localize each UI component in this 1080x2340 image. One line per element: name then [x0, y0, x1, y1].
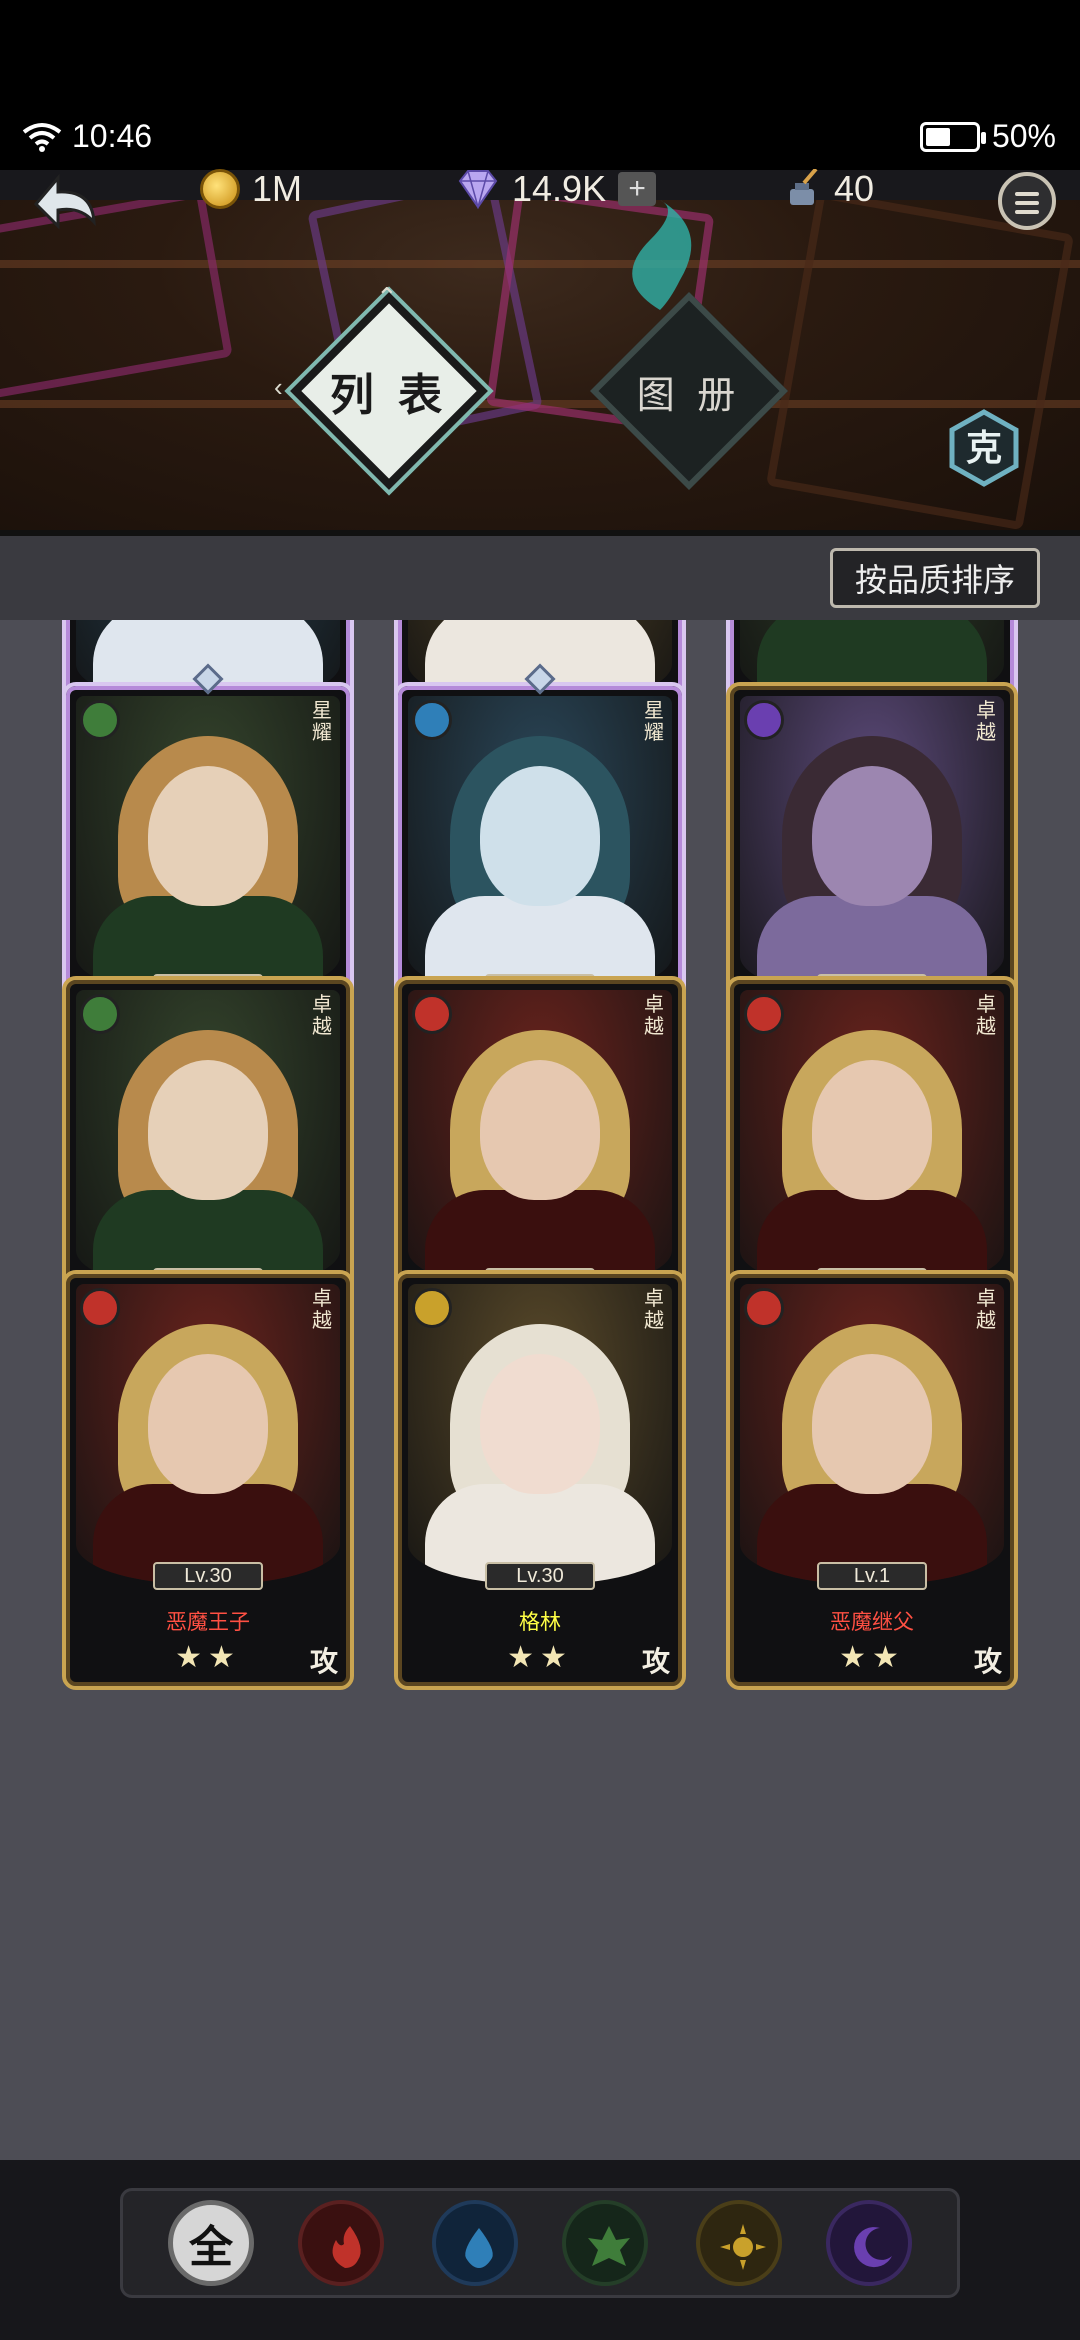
level-badge: Lv.30: [485, 1562, 595, 1590]
role-badge: 攻: [973, 1646, 1002, 1677]
character-portrait: [740, 696, 1004, 996]
level-badge: Lv.30: [153, 1562, 263, 1590]
character-name: 恶魔王子: [166, 1611, 250, 1634]
moon-element-icon: [744, 700, 784, 740]
clock: 10:46: [72, 118, 153, 154]
add-gems-button[interactable]: +: [618, 172, 657, 206]
filter-all-button[interactable]: 全: [168, 2200, 254, 2286]
counter-label: 克: [965, 427, 1002, 468]
level-badge: Lv.1: [817, 1562, 927, 1590]
moon-element-icon: [854, 2227, 892, 2268]
rank-badge: 卓越: [312, 1288, 332, 1332]
element-filter-bar: 全: [0, 2160, 1080, 2340]
character-portrait: [76, 1284, 340, 1584]
leaf-element-icon: [80, 700, 120, 740]
rank-badge: 卓越: [976, 700, 996, 744]
status-right: 50%: [919, 118, 1056, 155]
gold-resource: 1M: [200, 168, 302, 210]
character-card[interactable]: 卓越 Lv.1 恶魔继父 ★★ 攻: [726, 1270, 1018, 1690]
character-card[interactable]: 卓越 Lv.30 格林 ★★ 攻: [394, 1270, 686, 1690]
fire-element-icon: [332, 2226, 361, 2268]
light-element-icon: [412, 1288, 452, 1328]
counter-button[interactable]: 克: [944, 408, 1024, 488]
rank-badge: 卓越: [312, 994, 332, 1038]
filter-fire-button[interactable]: [298, 2200, 384, 2286]
diamond-icon: [458, 170, 498, 209]
rank-badge: 星耀: [312, 700, 332, 744]
rank-badge: 卓越: [644, 994, 664, 1038]
fire-element-icon: [744, 1288, 784, 1328]
leaf-element-icon: [588, 2226, 630, 2266]
rank-badge: 星耀: [644, 700, 664, 744]
filter-leaf-button[interactable]: [562, 2200, 648, 2286]
character-portrait: [408, 990, 672, 1290]
filter-moon-button[interactable]: [826, 2200, 912, 2286]
filter-water-button[interactable]: [432, 2200, 518, 2286]
character-card[interactable]: 卓越 Lv.30 恶魔王子 ★★ 攻: [62, 1270, 354, 1690]
left-chevron-icon: ‹: [274, 372, 283, 402]
wifi-icon: [22, 122, 62, 152]
character-portrait: [76, 696, 340, 996]
gem-amount: 14.9K: [512, 168, 607, 209]
role-badge: 攻: [309, 1646, 338, 1677]
fire-element-icon: [80, 1288, 120, 1328]
back-arrow-icon: [33, 173, 96, 230]
rank-badge: 卓越: [976, 1288, 996, 1332]
gold-coin-icon: [200, 169, 240, 209]
inkwell-icon: [790, 169, 818, 205]
status-bar: 10:46 50%: [0, 0, 1080, 170]
water-element-icon: [412, 700, 452, 740]
banner-background: [0, 200, 1080, 530]
gem-resource: 14.9K +: [456, 168, 657, 210]
leaf-element-icon: [80, 994, 120, 1034]
character-grid[interactable]: Lv.1疯帽子★综Lv.1光耀灰姑娘★辅Lv.1林野白雪公主★综星耀Lv.1荆棘…: [0, 620, 1080, 2160]
character-name: 恶魔继父: [830, 1611, 914, 1634]
battery-icon: [919, 121, 986, 152]
sort-by-quality-button[interactable]: 按品质排序: [830, 548, 1040, 608]
battery-percent: 50%: [991, 118, 1056, 154]
character-name: 格林: [519, 1611, 561, 1634]
tab-list[interactable]: 列 表 ⌃ ‹: [274, 282, 488, 490]
character-portrait: [408, 696, 672, 996]
role-badge: 攻: [641, 1646, 670, 1677]
light-element-icon: [720, 2224, 766, 2270]
fire-element-icon: [744, 994, 784, 1034]
rank-badge: 卓越: [644, 1288, 664, 1332]
water-element-icon: [465, 2228, 493, 2268]
battery-fill: [925, 127, 950, 146]
fire-element-icon: [412, 994, 452, 1034]
menu-button[interactable]: [998, 172, 1056, 230]
tab-album-label: 图 册: [636, 374, 742, 417]
character-portrait: [76, 990, 340, 1290]
status-left: 10:46: [22, 118, 152, 155]
character-portrait: [740, 1284, 1004, 1584]
tab-album[interactable]: 图 册: [590, 292, 788, 490]
back-button[interactable]: [28, 170, 100, 236]
ink-amount: 40: [834, 168, 875, 209]
ink-resource: 40: [782, 168, 874, 210]
filter-light-button[interactable]: [696, 2200, 782, 2286]
rank-badge: 卓越: [976, 994, 996, 1038]
character-portrait: [740, 990, 1004, 1290]
character-portrait: [408, 1284, 672, 1584]
gold-amount: 1M: [252, 168, 303, 209]
tab-list-label: 列 表: [329, 371, 449, 420]
up-chevron-icon: ⌃: [376, 282, 398, 312]
